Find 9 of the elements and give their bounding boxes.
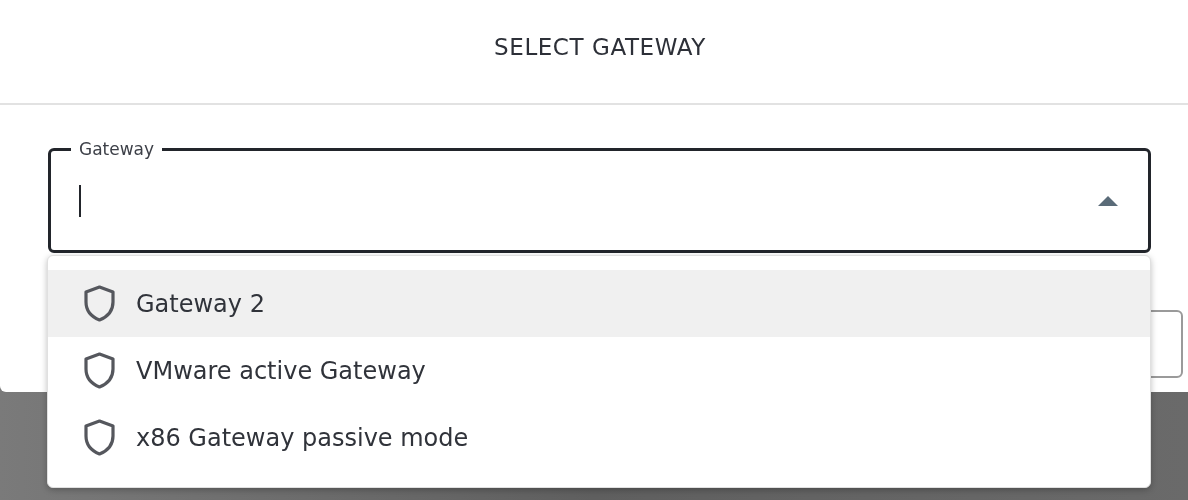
dropdown-option[interactable]: Gateway 2 [48,270,1150,337]
dropdown-option[interactable]: x86 Gateway passive mode [48,404,1150,471]
caret-up-icon[interactable] [1098,195,1118,206]
shield-icon [83,352,116,389]
text-cursor [79,184,81,217]
shield-icon [83,419,116,456]
dialog-title: SELECT GATEWAY [494,33,706,63]
dropdown-option[interactable]: VMware active Gateway [48,337,1150,404]
shield-icon [83,285,116,322]
